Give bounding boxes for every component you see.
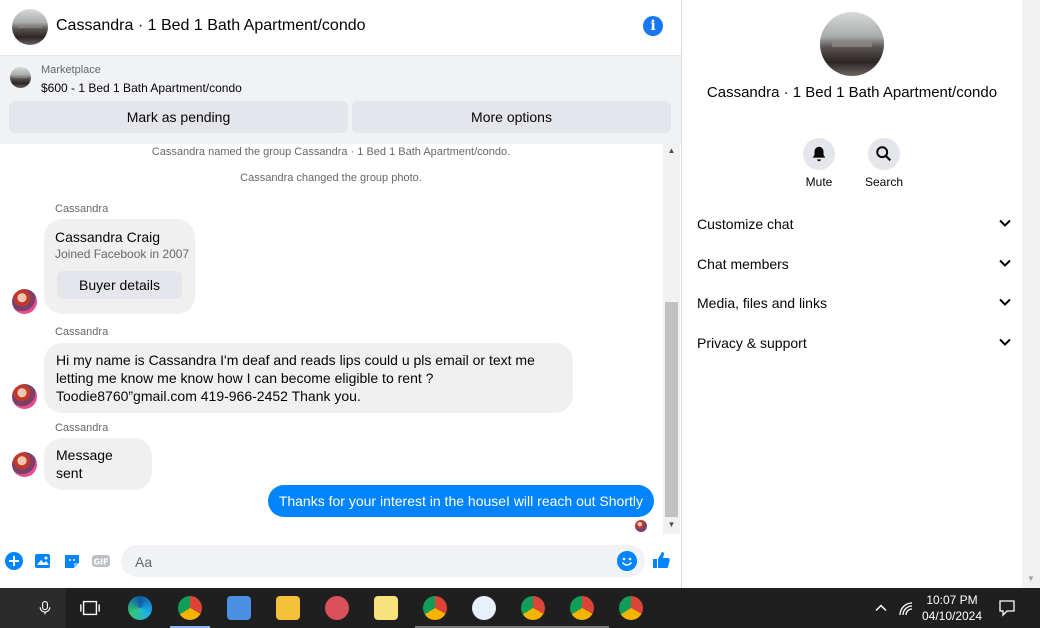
taskbar-search-area[interactable] — [0, 588, 66, 628]
section-label: Privacy & support — [697, 335, 807, 351]
network-icon[interactable] — [898, 601, 914, 617]
section-privacy-support[interactable]: Privacy & support — [697, 325, 1012, 361]
emoji-icon[interactable] — [617, 551, 637, 571]
outgoing-message-bubble: Thanks for your interest in the houseI w… — [267, 485, 654, 517]
sender-avatar[interactable] — [12, 452, 37, 477]
system-message: Cassandra named the group Cassandra · 1 … — [151, 146, 511, 158]
chat-header: Cassandra · 1 Bed 1 Bath Apartment/condo… — [0, 0, 681, 56]
chevron-down-icon — [999, 298, 1011, 306]
sender-name: Cassandra — [55, 326, 109, 338]
page-scrollbar[interactable]: ▼ — [1022, 0, 1040, 588]
remote-desktop-icon[interactable] — [227, 596, 251, 620]
chat-title[interactable]: Cassandra · 1 Bed 1 Bath Apartment/condo — [56, 17, 366, 35]
chrome-profile-icon[interactable] — [570, 596, 594, 620]
microphone-icon[interactable] — [37, 599, 53, 617]
plus-circle-icon[interactable] — [4, 551, 24, 571]
clock-date: 04/10/2024 — [921, 609, 983, 623]
sender-name: Cassandra — [55, 203, 109, 215]
incoming-message-bubble: Hi my name is Cassandra I'm deaf and rea… — [44, 343, 573, 413]
chevron-down-icon — [999, 259, 1011, 267]
conversation-name: Cassandra · 1 Bed 1 Bath Apartment/condo — [706, 84, 998, 101]
message-scrollbar[interactable]: ▲ ▼ — [663, 144, 680, 534]
chat-pane: Cassandra · 1 Bed 1 Bath Apartment/condo… — [0, 0, 682, 588]
chrome-app-icon[interactable] — [472, 596, 496, 620]
gif-icon[interactable]: GIF — [91, 551, 111, 571]
search-label: Search — [864, 175, 904, 189]
sticky-notes-icon[interactable] — [374, 596, 398, 620]
chevron-down-icon — [999, 219, 1011, 227]
chrome-profile-icon[interactable] — [521, 596, 545, 620]
photo-icon[interactable] — [33, 551, 53, 571]
chrome-profile-icon[interactable] — [619, 596, 643, 620]
mute-button[interactable] — [803, 138, 835, 170]
task-view-icon[interactable] — [79, 597, 101, 619]
message-list: Cassandra named the group Cassandra · 1 … — [0, 144, 662, 534]
conversation-info-panel: Cassandra · 1 Bed 1 Bath Apartment/condo… — [682, 0, 1022, 588]
section-label: Customize chat — [697, 216, 794, 232]
windows-taskbar: 10:07 PM 04/10/2024 — [0, 588, 1040, 628]
chevron-down-icon — [999, 338, 1011, 346]
like-thumb-icon[interactable] — [651, 550, 671, 570]
group-avatar-large[interactable] — [820, 12, 884, 76]
mute-label: Mute — [805, 175, 833, 189]
message-input-wrapper — [121, 545, 645, 579]
message-composer: GIF — [0, 534, 681, 588]
profile-card: Cassandra Craig Joined Facebook in 2007 … — [44, 219, 195, 314]
outgoing-message-text: Thanks for your interest in the houseI w… — [278, 493, 643, 509]
sender-avatar[interactable] — [12, 384, 37, 409]
listing-thumbnail[interactable] — [10, 67, 31, 88]
sender-avatar[interactable] — [12, 289, 37, 314]
file-explorer-icon[interactable] — [276, 596, 300, 620]
message-input[interactable] — [133, 545, 617, 579]
section-customize-chat[interactable]: Customize chat — [697, 206, 1012, 242]
chrome-profile-icon[interactable] — [423, 596, 447, 620]
svg-text:GIF: GIF — [93, 558, 108, 567]
edge-browser-icon[interactable] — [128, 596, 152, 620]
page-scroll-down-arrow[interactable]: ▼ — [1022, 572, 1040, 586]
clock-time: 10:07 PM — [926, 593, 978, 607]
incoming-message-text: Message sent — [56, 447, 113, 481]
chrome-browser-icon[interactable] — [178, 596, 202, 620]
section-media-files-links[interactable]: Media, files and links — [697, 285, 1012, 321]
more-options-button[interactable]: More options — [352, 101, 671, 133]
search-icon — [876, 146, 892, 162]
sticker-icon[interactable] — [62, 551, 82, 571]
buyer-details-button[interactable]: Buyer details — [57, 271, 182, 299]
system-message: Cassandra changed the group photo. — [240, 172, 422, 184]
listing-source: Marketplace — [41, 64, 101, 76]
sender-name: Cassandra — [55, 422, 109, 434]
incoming-message-text: Hi my name is Cassandra I'm deaf and rea… — [56, 352, 535, 404]
snipping-tool-icon[interactable] — [325, 596, 349, 620]
chevron-up-icon[interactable] — [874, 601, 888, 615]
section-chat-members[interactable]: Chat members — [697, 246, 1012, 282]
scroll-thumb[interactable] — [665, 302, 678, 517]
listing-price-title[interactable]: $600 - 1 Bed 1 Bath Apartment/condo — [41, 81, 242, 95]
search-button[interactable] — [868, 138, 900, 170]
section-label: Chat members — [697, 256, 789, 272]
notification-icon[interactable] — [998, 599, 1016, 617]
seen-indicator-avatar — [635, 520, 647, 532]
group-avatar[interactable] — [12, 9, 48, 45]
bell-icon — [812, 146, 826, 162]
profile-card-name: Cassandra Craig — [55, 229, 161, 245]
incoming-message-bubble: Message sent — [44, 438, 152, 490]
section-label: Media, files and links — [697, 295, 827, 311]
scroll-up-arrow[interactable]: ▲ — [663, 144, 680, 158]
marketplace-listing-bar: Marketplace $600 - 1 Bed 1 Bath Apartmen… — [0, 56, 681, 144]
info-icon[interactable]: i — [643, 16, 663, 36]
system-clock[interactable]: 10:07 PM 04/10/2024 — [918, 592, 986, 624]
profile-card-joined: Joined Facebook in 2007 — [55, 247, 190, 261]
mark-as-pending-button[interactable]: Mark as pending — [9, 101, 348, 133]
scroll-down-arrow[interactable]: ▼ — [663, 518, 680, 532]
